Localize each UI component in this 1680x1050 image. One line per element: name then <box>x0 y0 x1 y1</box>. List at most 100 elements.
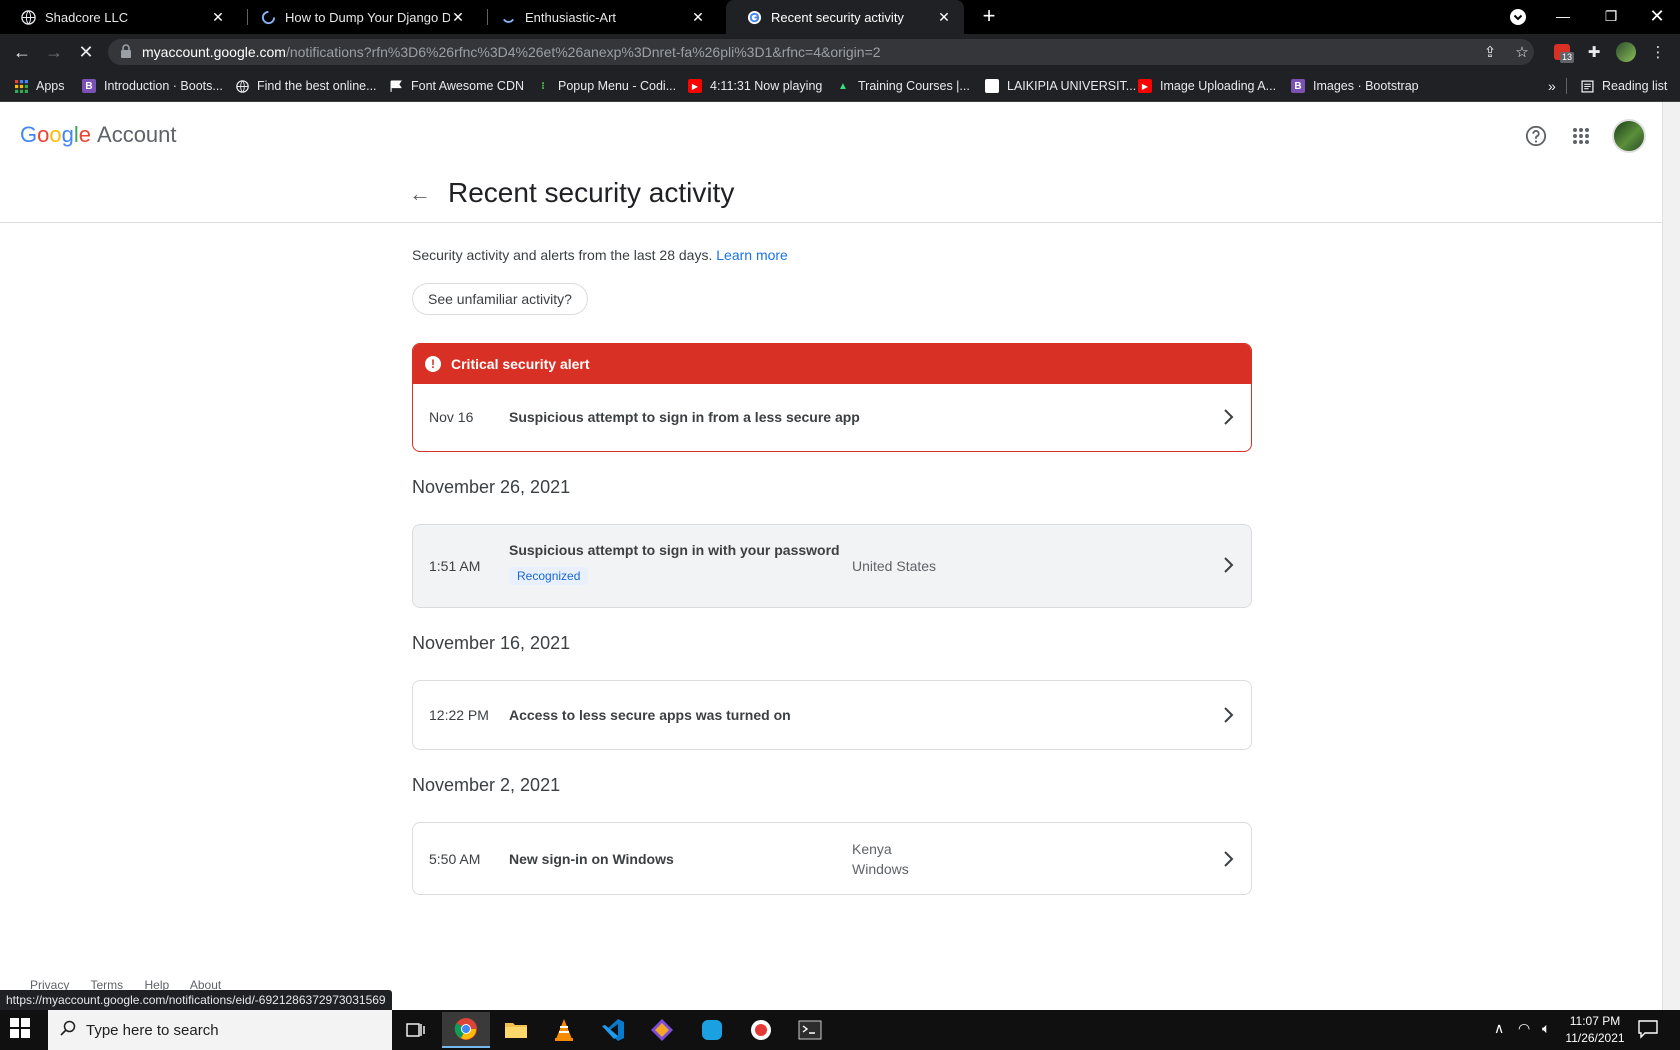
activity-event: New sign-in on Windows <box>509 851 674 867</box>
section-date: November 16, 2021 <box>412 633 571 653</box>
critical-alert-heading: Critical security alert <box>451 356 590 372</box>
terminal-icon[interactable] <box>786 1012 834 1048</box>
url-text[interactable]: myaccount.google.com/notifications?rfn%3… <box>142 44 881 60</box>
logo-letter: g <box>61 122 74 147</box>
show-hidden-icons-chevron-icon[interactable]: ∧ <box>1494 1020 1504 1037</box>
flag-icon <box>389 79 403 93</box>
notifications-icon[interactable] <box>1638 1019 1658 1044</box>
bootstrap-icon: B <box>82 79 96 93</box>
profile-avatar[interactable] <box>1614 40 1638 64</box>
bookmark-label: Apps <box>36 79 65 93</box>
section-date: November 26, 2021 <box>412 477 571 497</box>
bookmark-apps[interactable]: Apps <box>14 75 65 97</box>
status-bar-url: https://myaccount.google.com/notificatio… <box>0 990 392 1010</box>
back-icon[interactable]: ← <box>10 40 34 64</box>
apps-grid-icon <box>14 79 28 93</box>
bookmark-find-best-online[interactable]: Find the best online... <box>235 75 377 97</box>
taskbar-search-box[interactable]: Type here to search <box>48 1010 392 1050</box>
globe-icon <box>235 79 249 93</box>
activity-location: United States <box>852 558 937 574</box>
network-icon[interactable]: ◠ <box>1518 1020 1530 1037</box>
bookmark-font-awesome-cdn[interactable]: Font Awesome CDN <box>389 75 524 97</box>
restore-icon[interactable]: ❐ <box>1588 0 1634 32</box>
task-view-icon[interactable] <box>392 1012 440 1048</box>
extension-badge: 13 <box>1560 52 1575 63</box>
activity-row[interactable]: 5:50 AM New sign-in on Windows Kenya Win… <box>412 822 1252 895</box>
tab-title: Recent security activity <box>771 9 904 25</box>
learn-more-link[interactable]: Learn more <box>716 247 788 263</box>
page-scrollbar[interactable] <box>1662 102 1680 1010</box>
bookmark-images-bootstrap[interactable]: B Images · Bootstrap <box>1291 75 1419 97</box>
bookmark-label: Find the best online... <box>257 79 377 93</box>
bookmark-label: Image Uploading A... <box>1160 79 1277 93</box>
bookmark-star-icon[interactable]: ☆ <box>1510 40 1534 64</box>
google-account-logo[interactable]: Google Account <box>20 122 177 148</box>
url-path: /notifications?rfn%3D6%26rfnc%3D4%26et%2… <box>285 44 881 60</box>
tab-shadcore[interactable]: Shadcore LLC ✕ <box>0 0 238 34</box>
extension-adblock-icon[interactable]: 13 <box>1550 40 1575 64</box>
close-tab-icon[interactable]: ✕ <box>450 9 466 25</box>
taskbar-clock[interactable]: 11:07 PM 11/26/2021 <box>1560 1013 1630 1047</box>
bookmark-popup-menu-codi[interactable]: ⁝ Popup Menu - Codi... <box>536 75 676 97</box>
tab-recent-security-activity[interactable]: Recent security activity ✕ <box>726 0 964 34</box>
activity-row[interactable]: 1:51 AM Suspicious attempt to sign in wi… <box>412 524 1252 608</box>
tab-search-button[interactable] <box>1510 9 1526 25</box>
tab-enthusiastic-art[interactable]: Enthusiastic-Art ✕ <box>480 0 718 34</box>
chevron-right-icon <box>1221 556 1237 573</box>
file-explorer-icon[interactable] <box>492 1012 540 1048</box>
close-tab-icon[interactable]: ✕ <box>210 9 226 25</box>
git-client-icon[interactable] <box>638 1012 686 1048</box>
more-bookmarks-button[interactable]: » <box>1548 75 1556 97</box>
search-icon <box>60 1020 76 1040</box>
logo-letter: o <box>37 122 50 147</box>
google-apps-icon[interactable] <box>1567 122 1595 150</box>
new-tab-button[interactable]: + <box>977 5 1001 29</box>
chrome-taskbar-icon[interactable] <box>442 1012 490 1048</box>
critical-alert-card[interactable]: ! Critical security alert Nov 16 Suspici… <box>412 343 1252 452</box>
forward-icon[interactable]: → <box>42 40 66 64</box>
activity-time: 12:22 PM <box>429 707 489 723</box>
minimize-icon[interactable]: — <box>1540 0 1586 32</box>
bootstrap-icon: B <box>1291 79 1305 93</box>
bookmark-training-courses[interactable]: ▲ Training Courses |... <box>836 75 970 97</box>
tab-title: Shadcore LLC <box>45 9 129 25</box>
bookmark-now-playing[interactable]: ▶ 4:11:31 Now playing <box>688 75 822 97</box>
screen-recorder-icon[interactable] <box>737 1012 785 1048</box>
more-menu-icon[interactable]: ⋮ <box>1646 40 1670 64</box>
bookmark-laikipia-university[interactable]: LAIKIPIA UNIVERSIT... <box>985 75 1136 97</box>
alert-date: Nov 16 <box>429 409 474 425</box>
app-blue-icon[interactable] <box>688 1012 736 1048</box>
account-avatar[interactable] <box>1612 119 1646 153</box>
bookmark-label: Training Courses |... <box>858 79 970 93</box>
activity-event: Suspicious attempt to sign in with your … <box>509 542 840 558</box>
close-window-icon[interactable]: ✕ <box>1634 0 1680 32</box>
vscode-icon[interactable] <box>589 1012 637 1048</box>
extensions-puzzle-icon[interactable]: ✚ <box>1582 40 1606 64</box>
search-placeholder: Type here to search <box>86 1021 219 1039</box>
tab-django-dump[interactable]: How to Dump Your Django Data ✕ <box>240 0 478 34</box>
close-tab-icon[interactable]: ✕ <box>690 9 706 25</box>
account-header <box>0 102 1662 170</box>
vlc-icon[interactable] <box>540 1012 588 1048</box>
back-arrow-icon[interactable]: ← <box>408 182 432 206</box>
windows-start-icon[interactable] <box>10 1018 34 1042</box>
close-tab-icon[interactable]: ✕ <box>936 9 952 25</box>
volume-icon[interactable]: 🔈︎ <box>1542 1020 1550 1037</box>
reading-list-button[interactable]: Reading list <box>1580 75 1667 97</box>
activity-location: Kenya <box>852 841 892 857</box>
lock-icon[interactable] <box>120 44 134 60</box>
logo-letter: e <box>78 122 92 147</box>
chevron-right-icon <box>1221 850 1237 867</box>
stop-loading-icon[interactable]: ✕ <box>74 40 98 64</box>
critical-alert-header: ! Critical security alert <box>413 344 1251 384</box>
activity-row[interactable]: 12:22 PM Access to less secure apps was … <box>412 680 1252 750</box>
clock-date: 11/26/2021 <box>1565 1031 1625 1045</box>
see-unfamiliar-activity-button[interactable]: See unfamiliar activity? <box>412 283 588 315</box>
share-icon[interactable]: ⇪ <box>1478 40 1502 64</box>
bookmark-introduction-bootstrap[interactable]: B Introduction · Boots... <box>82 75 223 97</box>
recognized-badge: Recognized <box>509 567 589 585</box>
globe-icon <box>20 9 36 25</box>
loading-spinner-icon <box>260 9 276 25</box>
bookmark-image-uploading[interactable]: ▶ Image Uploading A... <box>1138 75 1276 97</box>
help-icon[interactable] <box>1522 122 1550 150</box>
